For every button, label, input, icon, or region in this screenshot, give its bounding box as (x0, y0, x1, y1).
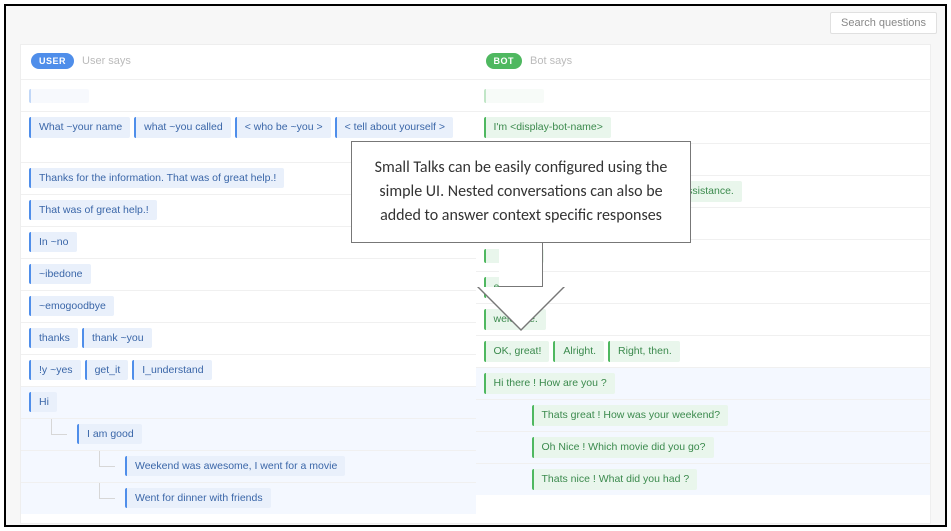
bot-utterance-pill[interactable]: Thats nice ! What did you had ? (532, 469, 698, 490)
editor-canvas: USER User says What ~your namewhat ~you … (20, 44, 931, 524)
user-utterance-pill[interactable]: thank ~you (82, 328, 152, 349)
bot-utterance-pill[interactable]: Right, then. (608, 341, 680, 362)
bot-utterance-pill[interactable]: Alright. (553, 341, 604, 362)
bot-head-label: Bot says (530, 55, 572, 67)
user-utterance-pill[interactable]: what ~you called (134, 117, 231, 138)
annotation-arrow-stem (499, 243, 543, 287)
bot-utterance-pill[interactable]: OK, great! (484, 341, 550, 362)
user-utterance-pill[interactable]: Thanks for the information. That was of … (29, 168, 284, 189)
user-utterance-pill[interactable]: get_it (85, 360, 129, 381)
user-utterance-pill[interactable] (29, 89, 89, 103)
bot-utterance-pill[interactable]: I'm <display-bot-name> (484, 117, 611, 138)
user-utterance-pill[interactable]: ~ibedone (29, 264, 91, 285)
bot-badge: BOT (486, 53, 523, 69)
user-head-label: User says (82, 55, 131, 67)
user-utterance-pill[interactable]: !y ~yes (29, 360, 81, 381)
bot-utterance-pill[interactable]: Thats great ! How was your weekend? (532, 405, 729, 426)
user-row[interactable]: Weekend was awesome, I went for a movie (21, 450, 476, 482)
bot-row[interactable] (476, 79, 931, 111)
user-utterance-pill[interactable]: < tell about yourself > (335, 117, 453, 138)
user-utterance-pill[interactable]: ~emogoodbye (29, 296, 114, 317)
bot-row[interactable]: Hi there ! How are you ? (476, 367, 931, 399)
user-utterance-pill[interactable]: What ~your name (29, 117, 130, 138)
bot-row[interactable]: OK, great!Alright.Right, then. (476, 335, 931, 367)
bot-row[interactable]: Thats great ! How was your weekend? (476, 399, 931, 431)
user-utterance-pill[interactable]: Weekend was awesome, I went for a movie (125, 456, 345, 477)
search-questions-button[interactable]: Search questions (830, 12, 937, 34)
user-row[interactable]: !y ~yesget_itI_understand (21, 354, 476, 386)
user-row[interactable] (21, 79, 476, 111)
user-utterance-pill[interactable]: Hi (29, 392, 57, 413)
bot-row[interactable]: Thats nice ! What did you had ? (476, 463, 931, 495)
user-row[interactable]: Hi (21, 386, 476, 418)
user-utterance-pill[interactable]: I_understand (132, 360, 211, 381)
app-frame: Search questions USER User says What ~yo… (4, 4, 947, 527)
user-column-header: USER User says (21, 45, 476, 79)
user-utterance-pill[interactable]: I am good (77, 424, 142, 445)
user-utterance-pill[interactable]: In ~no (29, 232, 77, 253)
bot-utterance-pill[interactable]: Oh Nice ! Which movie did you go? (532, 437, 714, 458)
user-utterance-pill[interactable]: thanks (29, 328, 78, 349)
annotation-callout: Small Talks can be easily configured usi… (351, 141, 691, 331)
user-utterance-pill[interactable]: Went for dinner with friends (125, 488, 271, 509)
bot-row[interactable]: Oh Nice ! Which movie did you go? (476, 431, 931, 463)
user-row[interactable]: Went for dinner with friends (21, 482, 476, 514)
user-row[interactable]: I am good (21, 418, 476, 450)
bot-column-header: BOT Bot says (476, 45, 931, 79)
topbar: Search questions (6, 6, 945, 40)
annotation-text: Small Talks can be easily configured usi… (351, 141, 691, 243)
user-utterance-pill[interactable]: That was of great help.! (29, 200, 157, 221)
user-badge: USER (31, 53, 74, 69)
bot-row[interactable]: I'm <display-bot-name> (476, 111, 931, 143)
bot-utterance-pill[interactable] (484, 89, 544, 103)
annotation-arrow-tip (477, 287, 565, 331)
bot-utterance-pill[interactable]: Hi there ! How are you ? (484, 373, 615, 394)
user-utterance-pill[interactable]: < who be ~you > (235, 117, 331, 138)
